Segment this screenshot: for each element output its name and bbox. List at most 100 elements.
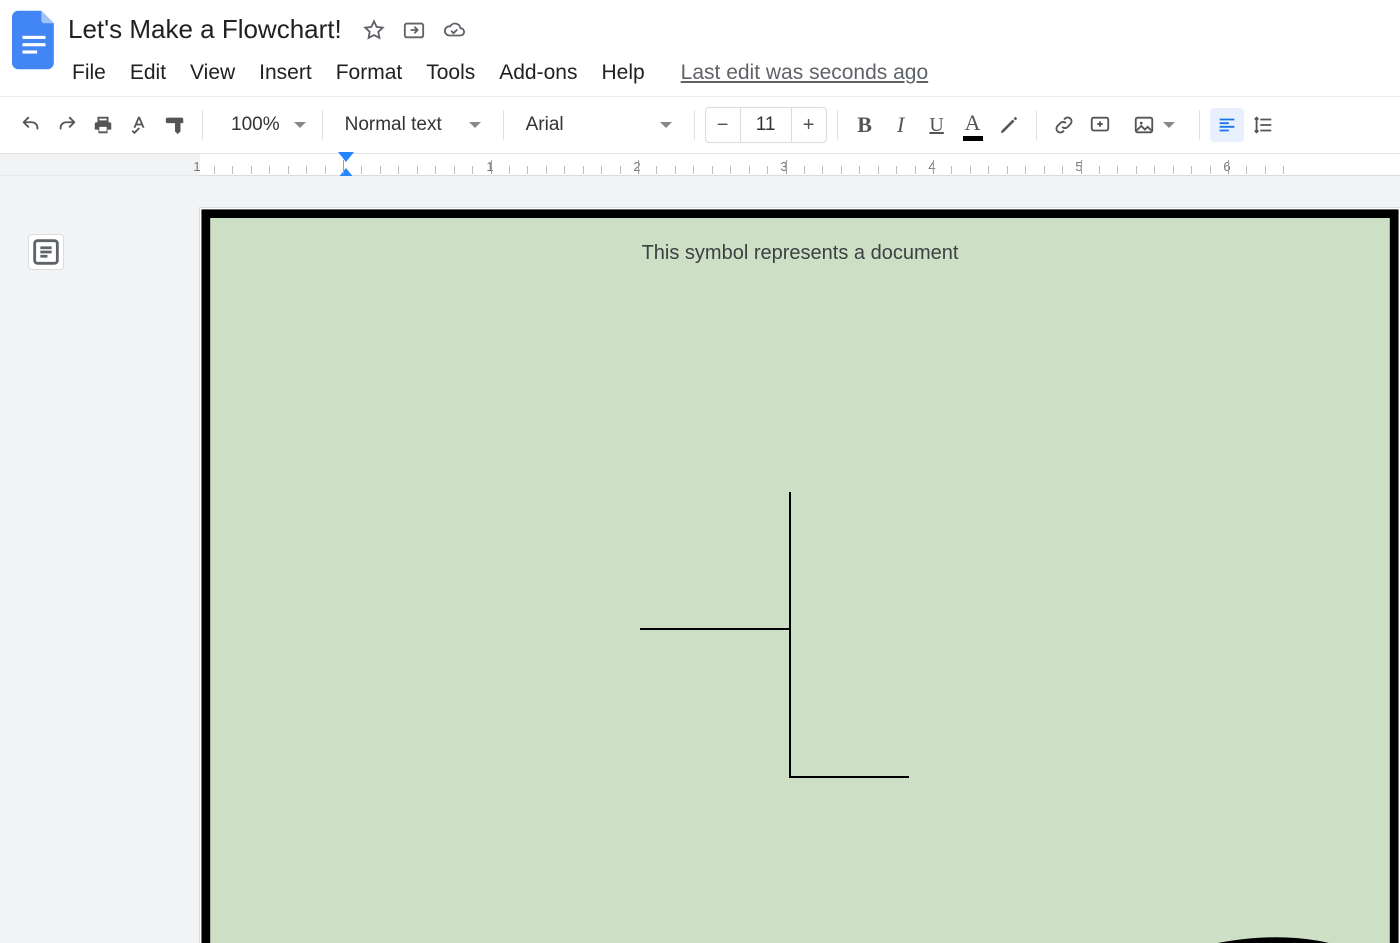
menu-file[interactable]: File — [62, 57, 116, 89]
ruler-tick — [491, 160, 492, 174]
menu-tools[interactable]: Tools — [416, 57, 485, 89]
ruler-tick — [804, 166, 805, 174]
ruler-tick — [878, 166, 879, 174]
title-bar: Let's Make a Flowchart! File — [0, 0, 1400, 96]
chevron-down-icon — [294, 122, 306, 128]
ruler-tick — [269, 166, 270, 174]
bold-button[interactable]: B — [848, 108, 882, 142]
line-spacing-button[interactable] — [1246, 108, 1280, 142]
undo-button[interactable] — [14, 108, 48, 142]
ruler-tick — [288, 166, 289, 174]
ruler-tick — [620, 166, 621, 174]
first-line-indent-marker[interactable] — [338, 152, 354, 162]
insert-image-button[interactable] — [1119, 108, 1189, 142]
redo-button[interactable] — [50, 108, 84, 142]
underline-button[interactable]: U — [920, 108, 954, 142]
document-page[interactable]: This is your start/end symbol, also call… — [200, 208, 1400, 943]
ruler-number: 2 — [633, 159, 640, 174]
ruler-number: 6 — [1223, 159, 1230, 174]
ruler-tick — [749, 166, 750, 174]
ruler-tick — [638, 160, 639, 174]
ruler-tick — [970, 166, 971, 174]
ruler-tick — [896, 166, 897, 174]
text-color-button[interactable]: A — [956, 108, 990, 142]
highlight-color-button[interactable] — [992, 108, 1026, 142]
toolbar-separator — [1199, 110, 1200, 140]
menu-help[interactable]: Help — [591, 57, 654, 89]
ruler-tick — [822, 166, 823, 174]
ruler-tick — [675, 166, 676, 174]
zoom-value: 100% — [231, 114, 280, 136]
chevron-down-icon — [469, 122, 481, 128]
toolbar-separator — [322, 110, 323, 140]
ruler-tick — [1007, 166, 1008, 174]
flowchart-connector[interactable] — [789, 776, 909, 778]
font-size-input[interactable] — [740, 108, 792, 142]
spellcheck-button[interactable] — [122, 108, 156, 142]
ruler-tick — [343, 160, 344, 174]
ruler-tick — [1025, 166, 1026, 174]
ruler-tick — [232, 166, 233, 174]
menu-addons[interactable]: Add-ons — [489, 57, 587, 89]
ruler-tick — [1228, 160, 1229, 174]
ruler-tick — [1265, 166, 1266, 174]
menu-format[interactable]: Format — [326, 57, 413, 89]
ruler-tick — [564, 166, 565, 174]
ruler-number: 5 — [1075, 159, 1082, 174]
print-button[interactable] — [86, 108, 120, 142]
ruler-area: 1 1 2 3 4 5 6 — [0, 154, 1400, 176]
move-to-folder-icon[interactable] — [400, 16, 428, 44]
ruler-tick — [583, 166, 584, 174]
ruler-tick — [1136, 166, 1137, 174]
ruler-tick — [656, 166, 657, 174]
ruler-tick — [509, 166, 510, 174]
horizontal-ruler[interactable]: 1 1 2 3 4 5 6 — [200, 154, 1400, 176]
toolbar-separator — [503, 110, 504, 140]
insert-link-button[interactable] — [1047, 108, 1081, 142]
menu-edit[interactable]: Edit — [120, 57, 176, 89]
toolbar-separator — [1036, 110, 1037, 140]
ruler-tick — [472, 166, 473, 174]
align-left-button[interactable] — [1210, 108, 1244, 142]
paragraph-style-select[interactable]: Normal text — [333, 114, 493, 136]
flowchart-connector[interactable] — [789, 628, 791, 778]
flowchart-connector[interactable] — [789, 492, 791, 630]
ruler-tick — [527, 166, 528, 174]
docs-logo[interactable] — [8, 10, 62, 82]
font-family-value: Arial — [526, 114, 564, 136]
document-outline-button[interactable] — [28, 234, 64, 270]
ruler-tick — [859, 166, 860, 174]
document-title[interactable]: Let's Make a Flowchart! — [62, 12, 348, 47]
paint-format-button[interactable] — [158, 108, 192, 142]
ruler-tick — [786, 160, 787, 174]
ruler-tick — [1117, 166, 1118, 174]
italic-button[interactable]: I — [884, 108, 918, 142]
ruler-tick — [601, 166, 602, 174]
toolbar-separator — [694, 110, 695, 140]
last-edit-link[interactable]: Last edit was seconds ago — [681, 61, 929, 85]
zoom-select[interactable]: 100% — [213, 114, 312, 136]
menu-view[interactable]: View — [180, 57, 245, 89]
ruler-tick — [767, 166, 768, 174]
ruler-tick — [693, 166, 694, 174]
flowchart-connector[interactable] — [640, 628, 790, 630]
font-family-select[interactable]: Arial — [514, 114, 684, 136]
ruler-tick — [417, 166, 418, 174]
add-comment-button[interactable] — [1083, 108, 1117, 142]
ruler-tick — [1099, 166, 1100, 174]
cloud-status-icon[interactable] — [440, 16, 468, 44]
ruler-number: 1 — [193, 159, 200, 174]
menu-insert[interactable]: Insert — [249, 57, 322, 89]
ruler-tick — [933, 160, 934, 174]
text-color-A-icon: A — [965, 110, 981, 140]
ruler-number: 3 — [780, 159, 787, 174]
ruler-tick — [398, 166, 399, 174]
font-size-increase-button[interactable]: + — [792, 108, 826, 142]
star-icon[interactable] — [360, 16, 388, 44]
flowchart-document-shape[interactable]: This symbol represents a document — [200, 208, 406, 366]
ruler-tick — [454, 166, 455, 174]
ruler-tick — [1173, 166, 1174, 174]
ruler-tick — [915, 166, 916, 174]
toolbar: 100% Normal text Arial − + B I U A — [0, 96, 1400, 154]
font-size-decrease-button[interactable]: − — [706, 108, 740, 142]
